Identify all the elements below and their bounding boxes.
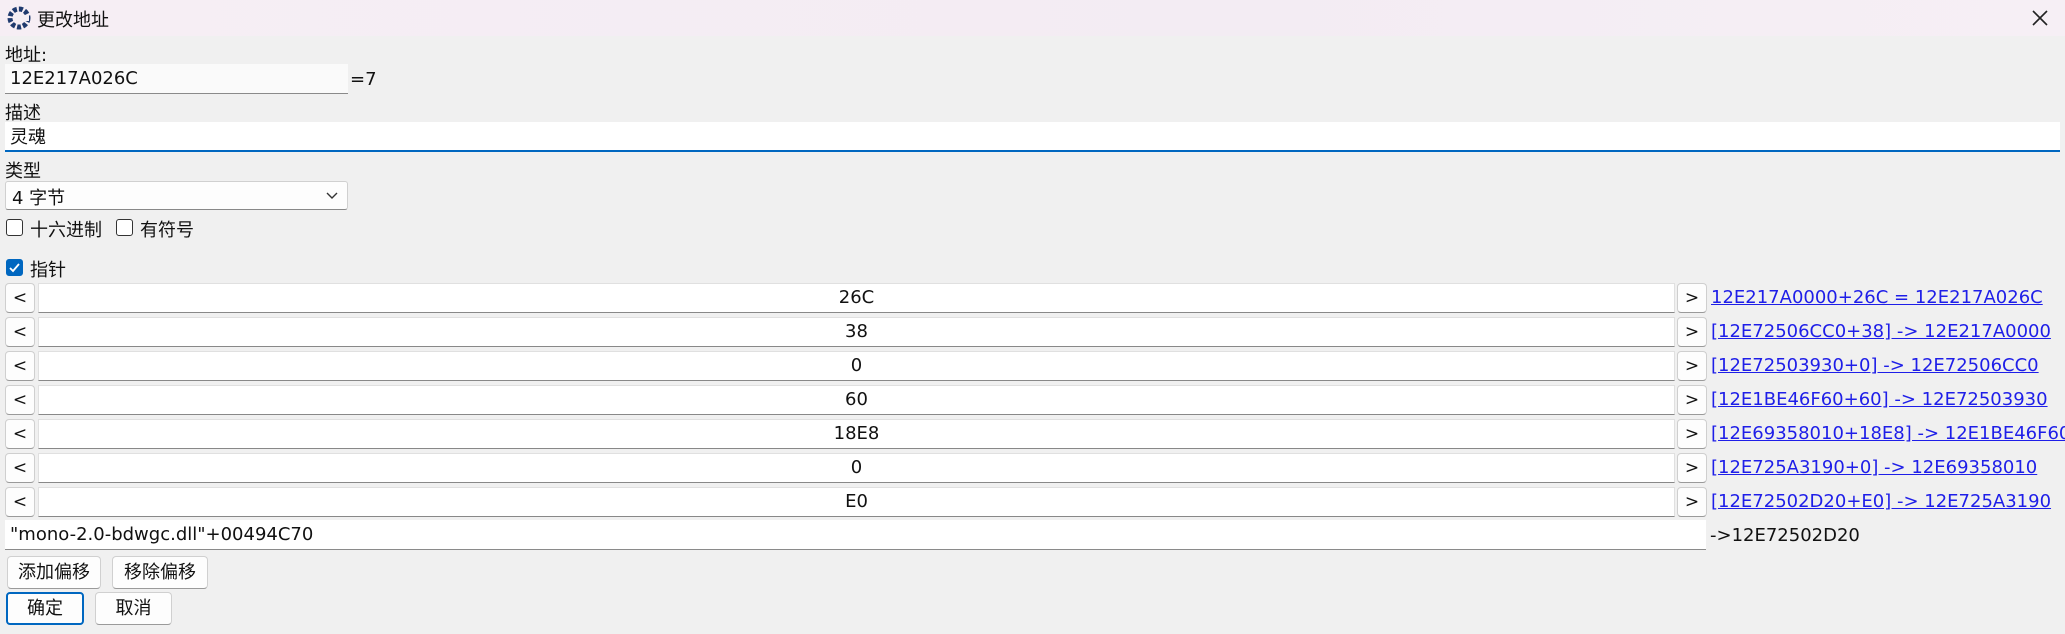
offset-decrement-button[interactable]: < — [5, 283, 35, 313]
offset-increment-button[interactable]: > — [1677, 487, 1707, 517]
offset-decrement-button[interactable]: < — [5, 317, 35, 347]
offset-decrement-button[interactable]: < — [5, 419, 35, 449]
offset-input[interactable]: 60 — [38, 385, 1675, 415]
signed-checkbox[interactable] — [116, 219, 133, 236]
offset-row: < 0 > [12E725A3190+0] -> 12E69358010 — [5, 453, 2065, 484]
offset-address-link[interactable]: [12E72502D20+E0] -> 12E725A3190 — [1711, 491, 2051, 512]
signed-label: 有符号 — [140, 220, 194, 241]
offset-input[interactable]: 0 — [38, 351, 1675, 381]
offset-increment-button[interactable]: > — [1677, 419, 1707, 449]
hex-checkbox[interactable] — [6, 219, 23, 236]
offset-increment-button[interactable]: > — [1677, 385, 1707, 415]
offset-input[interactable]: E0 — [38, 487, 1675, 517]
type-label: 类型 — [5, 161, 41, 182]
address-input[interactable] — [5, 64, 348, 94]
close-icon — [2032, 10, 2048, 26]
offset-increment-button[interactable]: > — [1677, 283, 1707, 313]
base-address-result: ->12E72502D20 — [1710, 525, 1860, 546]
offset-address-link[interactable]: [12E72503930+0] -> 12E72506CC0 — [1711, 355, 2039, 376]
description-input[interactable] — [5, 122, 2060, 152]
offset-row: < 38 > [12E72506CC0+38] -> 12E217A0000 — [5, 317, 2065, 348]
add-offset-button[interactable]: 添加偏移 — [7, 556, 101, 589]
offset-decrement-button[interactable]: < — [5, 453, 35, 483]
offset-input[interactable]: 26C — [38, 283, 1675, 313]
type-select[interactable]: 4 字节 — [5, 181, 348, 210]
window-title: 更改地址 — [37, 10, 109, 31]
offset-decrement-button[interactable]: < — [5, 487, 35, 517]
address-value-result: =7 — [350, 69, 377, 90]
checkmark-icon — [9, 263, 20, 273]
ok-button[interactable]: 确定 — [6, 592, 84, 625]
remove-offset-button[interactable]: 移除偏移 — [112, 556, 208, 589]
offset-row: < E0 > [12E72502D20+E0] -> 12E725A3190 — [5, 487, 2065, 518]
offset-increment-button[interactable]: > — [1677, 351, 1707, 381]
hex-label: 十六进制 — [30, 220, 102, 241]
cancel-button[interactable]: 取消 — [95, 592, 172, 625]
base-address-input[interactable] — [5, 520, 1706, 550]
offset-address-link[interactable]: [12E69358010+18E8] -> 12E1BE46F60 — [1711, 423, 2065, 444]
pointer-checkbox[interactable] — [6, 259, 23, 276]
offset-input[interactable]: 38 — [38, 317, 1675, 347]
type-selected-value: 4 字节 — [12, 188, 66, 209]
offset-row: < 18E8 > [12E69358010+18E8] -> 12E1BE46F… — [5, 419, 2065, 450]
offset-input[interactable]: 0 — [38, 453, 1675, 483]
offset-row: < 60 > [12E1BE46F60+60] -> 12E72503930 — [5, 385, 2065, 416]
offset-address-link[interactable]: [12E1BE46F60+60] -> 12E72503930 — [1711, 389, 2048, 410]
offset-row: < 0 > [12E72503930+0] -> 12E72506CC0 — [5, 351, 2065, 382]
offset-increment-button[interactable]: > — [1677, 317, 1707, 347]
offset-address-link[interactable]: [12E72506CC0+38] -> 12E217A0000 — [1711, 321, 2051, 342]
offset-decrement-button[interactable]: < — [5, 351, 35, 381]
offset-increment-button[interactable]: > — [1677, 453, 1707, 483]
chevron-down-icon — [326, 192, 338, 199]
offset-address-link[interactable]: 12E217A0000+26C = 12E217A026C — [1711, 287, 2043, 308]
cheat-engine-icon — [7, 6, 31, 30]
offset-row: < 26C > 12E217A0000+26C = 12E217A026C — [5, 283, 2065, 314]
pointer-label: 指针 — [30, 260, 66, 281]
close-button[interactable] — [2015, 0, 2065, 36]
title-bar: 更改地址 — [0, 0, 2065, 36]
offset-input[interactable]: 18E8 — [38, 419, 1675, 449]
offset-address-link[interactable]: [12E725A3190+0] -> 12E69358010 — [1711, 457, 2037, 478]
offset-decrement-button[interactable]: < — [5, 385, 35, 415]
